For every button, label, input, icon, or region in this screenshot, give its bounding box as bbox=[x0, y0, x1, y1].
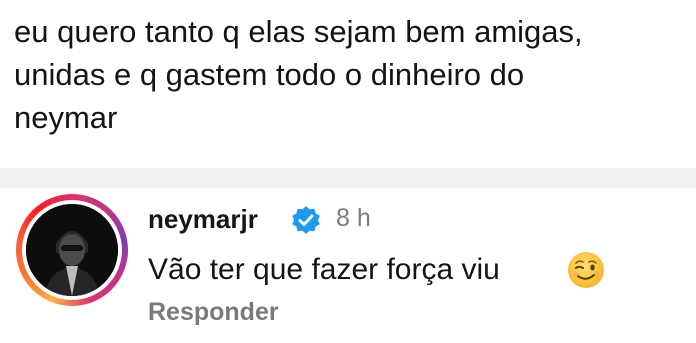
avatar[interactable] bbox=[26, 204, 118, 296]
comment-card: neymarjr 8 h Vão ter que fazer força viu… bbox=[0, 188, 696, 343]
avatar-photo-icon bbox=[26, 204, 118, 296]
section-divider bbox=[0, 168, 696, 188]
tweet-card: eu quero tanto q elas sejam bem amigas, … bbox=[0, 0, 696, 168]
comment-text: Vão ter que fazer força viu bbox=[148, 253, 500, 286]
tweet-text: eu quero tanto q elas sejam bem amigas, … bbox=[14, 14, 583, 135]
verified-badge-icon bbox=[292, 206, 320, 234]
story-ring[interactable] bbox=[16, 194, 128, 306]
comment-timestamp: 8 h bbox=[336, 204, 371, 232]
winking-face-emoji-icon bbox=[568, 252, 604, 288]
comment-username[interactable]: neymarjr bbox=[148, 204, 258, 235]
reply-button[interactable]: Responder bbox=[148, 298, 279, 327]
